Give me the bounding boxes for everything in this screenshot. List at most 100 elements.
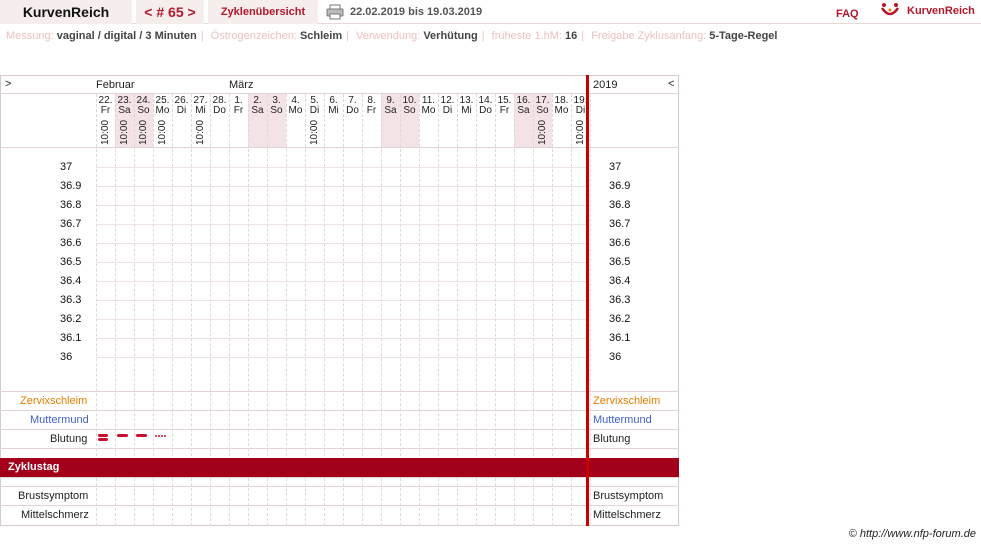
day-weekday: Mo [554,105,569,116]
day-weekday: Mi [328,105,339,116]
temp-gridline [96,281,586,282]
row-divider [0,486,679,487]
breast-symptom-label-right: Brustsymptom [593,490,664,502]
temp-axis-label-right: 36.5 [609,256,631,268]
measurement-time: 10:00 [138,119,149,145]
day-date[interactable]: 6. [324,96,343,106]
day-weekday: Mo [288,105,303,116]
temp-gridline [96,300,586,301]
day-date[interactable]: 17. [533,96,552,106]
day-date[interactable]: 10. [400,96,419,106]
day-date[interactable]: 15. [495,96,514,106]
bleeding-label: Blutung [50,433,88,445]
temp-gridline [96,205,586,206]
row-divider [0,505,679,506]
day-date[interactable]: 8. [362,96,381,106]
copyright-notice[interactable]: © http://www.nfp-forum.de [849,528,976,540]
day-weekday: Mo [421,105,436,116]
day-date[interactable]: 25. [153,96,172,106]
day-date[interactable]: 1. [229,96,248,106]
day-weekday: So [270,105,283,116]
day-date[interactable]: 16. [514,96,533,106]
temp-axis-label: 36.2 [60,313,82,325]
spotting-marker [158,435,160,437]
day-date[interactable]: 13. [457,96,476,106]
month-february: Februar [96,79,135,91]
row-divider [0,391,679,392]
cervix-label-right: Muttermund [593,414,652,426]
measurement-time: 10:00 [195,119,206,145]
day-weekday: Fr [499,105,510,116]
temp-axis-label: 36.7 [60,218,82,230]
nav-right-button[interactable]: < [668,78,674,90]
cervical-mucus-label: Zervixschleim [20,395,88,407]
day-weekday: Do [479,105,492,116]
day-date[interactable]: 7. [343,96,362,106]
temp-gridline [96,357,586,358]
day-date[interactable]: 28. [210,96,229,106]
day-date[interactable]: 27. [191,96,210,106]
cycle-day-label: Zyklustag [8,461,60,473]
day-date[interactable]: 14. [476,96,495,106]
bleeding-label-right: Blutung [593,433,631,445]
chart-layer: > < 2019 Februar März 22. Fr 10:00 23. Sa 10:… [0,0,981,545]
day-date[interactable]: 18. [552,96,571,106]
temp-axis-label-right: 36.3 [609,294,631,306]
cycle-day-bar [0,458,679,477]
temp-gridline [96,186,586,187]
temp-gridline [96,338,586,339]
temp-axis-label: 36.4 [60,275,82,287]
day-date[interactable]: 24. [134,96,153,106]
nav-left-button[interactable]: > [5,78,11,90]
bleeding-heavy-marker [98,438,108,441]
day-date[interactable]: 2. [248,96,267,106]
day-date[interactable]: 23. [115,96,134,106]
day-date[interactable]: 26. [172,96,191,106]
temp-axis-label-right: 36.2 [609,313,631,325]
row-divider [0,477,679,478]
spotting-marker [161,435,163,437]
temp-axis-label: 36.3 [60,294,82,306]
cervical-mucus-label-right: Zervixschleim [593,395,661,407]
day-date[interactable]: 5. [305,96,324,106]
day-weekday: Do [213,105,226,116]
day-weekday: Fr [233,105,244,116]
temp-axis-label-right: 36.8 [609,199,631,211]
temp-axis-label-right: 36.9 [609,180,631,192]
day-weekday: Di [442,105,453,116]
day-date[interactable]: 22. [96,96,115,106]
temp-axis-label-right: 36 [609,351,622,363]
day-weekday: Di [176,105,187,116]
row-divider [0,448,679,449]
row-divider [0,429,679,430]
year-label: 2019 [593,79,618,91]
temp-axis-label: 36.6 [60,237,82,249]
day-weekday: Mi [461,105,472,116]
mittelschmerz-label: Mittelschmerz [21,509,89,521]
month-march: März [229,79,254,91]
bleeding-heavy-marker [98,434,108,437]
measurement-time: 10:00 [119,119,130,145]
spotting-marker [164,435,166,437]
spotting-marker [155,435,157,437]
temp-axis-label: 36 [60,351,73,363]
temp-axis-label-right: 36.4 [609,275,631,287]
bleeding-medium-marker [136,434,147,437]
day-date[interactable]: 3. [267,96,286,106]
temp-axis-label-right: 37 [609,161,622,173]
temp-axis-label-right: 36.6 [609,237,631,249]
bleeding-medium-marker [117,434,128,437]
day-date[interactable]: 9. [381,96,400,106]
measurement-time: 10:00 [157,119,168,145]
temp-axis-label: 36.8 [60,199,82,211]
measurement-time: 10:00 [100,119,111,145]
day-date[interactable]: 12. [438,96,457,106]
day-date[interactable]: 11. [419,96,438,106]
day-weekday: Sa [517,105,530,116]
day-weekday: Sa [251,105,264,116]
measurement-time: 10:00 [537,119,548,145]
temp-gridline [96,262,586,263]
day-weekday: Do [346,105,359,116]
today-marker-line [586,75,589,526]
day-date[interactable]: 4. [286,96,305,106]
